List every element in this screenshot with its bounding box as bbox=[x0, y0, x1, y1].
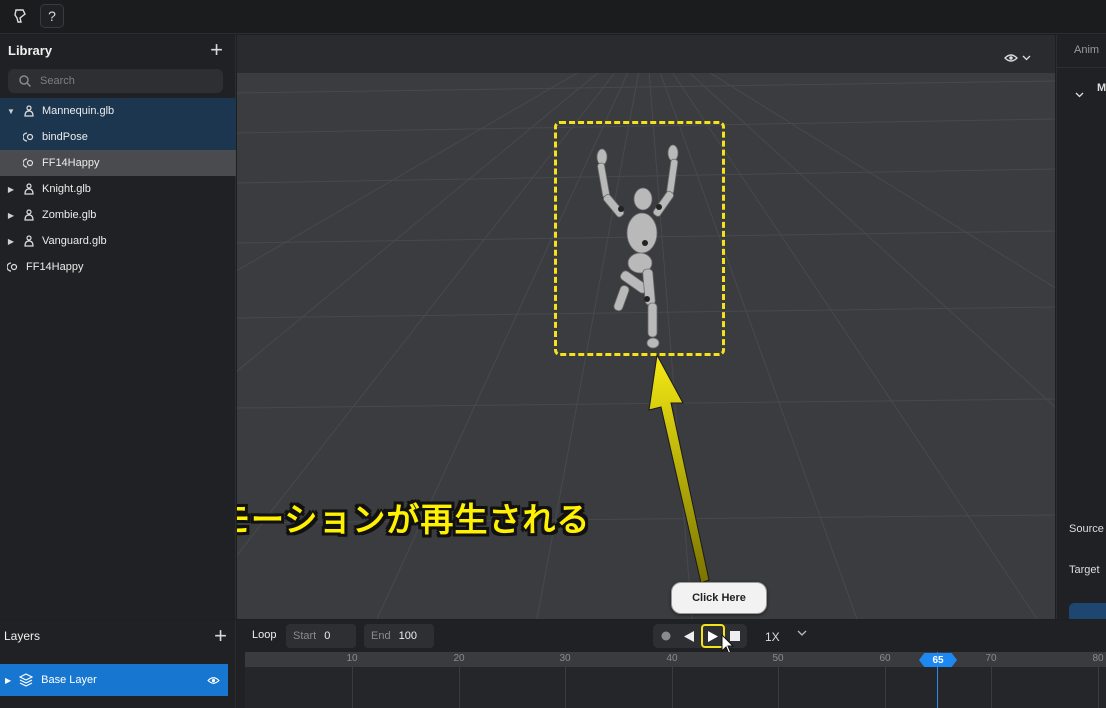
app-window: ? Library + ▼ Mannequin.glb bindPose FF1… bbox=[0, 0, 1106, 708]
view-options-dropdown[interactable] bbox=[1004, 53, 1031, 63]
source-label: Source bbox=[1069, 523, 1104, 535]
tick-label: 40 bbox=[666, 653, 678, 664]
layer-row-base[interactable]: ▶ Base Layer bbox=[0, 664, 228, 696]
library-panel: Library + ▼ Mannequin.glb bindPose FF14H… bbox=[0, 35, 236, 619]
3d-viewport[interactable]: モーションが再生される Click Here bbox=[237, 35, 1055, 619]
brush-logo-icon[interactable] bbox=[8, 4, 32, 28]
library-header: Library + bbox=[0, 35, 235, 65]
pointer-arrow bbox=[648, 355, 710, 584]
grid-line bbox=[352, 667, 353, 708]
click-here-callout: Click Here bbox=[671, 582, 767, 614]
end-value: 100 bbox=[398, 630, 417, 642]
apply-button[interactable] bbox=[1069, 603, 1106, 619]
tree-item-mannequin[interactable]: ▼ Mannequin.glb bbox=[0, 98, 236, 124]
tick-label: 70 bbox=[985, 653, 997, 664]
caret-right-icon[interactable]: ▶ bbox=[6, 185, 16, 194]
highlight-dashed-box bbox=[554, 121, 725, 356]
grid-line bbox=[778, 667, 779, 708]
playback-speed[interactable]: 1X bbox=[765, 630, 780, 644]
grid-line bbox=[991, 667, 992, 708]
tick-label: 20 bbox=[453, 653, 465, 664]
tick-label: 80 bbox=[1092, 653, 1104, 664]
viewport-toolbar bbox=[237, 35, 1055, 73]
target-label: Target bbox=[1069, 564, 1100, 576]
tick-label: 10 bbox=[346, 653, 358, 664]
add-layer-button[interactable]: + bbox=[214, 625, 227, 647]
chevron-down-icon[interactable] bbox=[797, 630, 807, 637]
person-icon bbox=[22, 208, 36, 222]
library-tree: ▼ Mannequin.glb bindPose FF14Happy ▶ Kni… bbox=[0, 98, 236, 280]
tree-item-label: Zombie.glb bbox=[42, 209, 97, 221]
chevron-down-icon[interactable] bbox=[1075, 85, 1084, 103]
annotation-caption: モーションが再生される bbox=[237, 501, 591, 538]
tree-item-label: Vanguard.glb bbox=[42, 235, 107, 247]
tree-item-zombie[interactable]: ▶ Zombie.glb bbox=[0, 202, 236, 228]
grid-line bbox=[885, 667, 886, 708]
animation-icon bbox=[6, 260, 20, 274]
play-reverse-button[interactable] bbox=[680, 624, 698, 648]
layers-panel: Layers + ▶ Base Layer bbox=[0, 620, 236, 708]
timeline-panel: Loop Start 0 End 100 1X 10 20 30 40 50 6… bbox=[237, 620, 1106, 708]
tree-item-label: bindPose bbox=[42, 131, 88, 143]
caret-right-icon[interactable]: ▶ bbox=[6, 237, 16, 246]
tree-item-label: Mannequin.glb bbox=[42, 105, 115, 117]
properties-panel: Anim M Source Target bbox=[1056, 35, 1106, 619]
help-button[interactable]: ? bbox=[40, 4, 64, 28]
tree-item-label: Knight.glb bbox=[42, 183, 91, 195]
search-icon bbox=[19, 75, 32, 88]
grid-line bbox=[672, 667, 673, 708]
tree-item-label: FF14Happy bbox=[42, 157, 100, 169]
tree-item-label: FF14Happy bbox=[26, 261, 84, 273]
tab-animation[interactable]: Anim bbox=[1074, 44, 1099, 56]
record-icon bbox=[661, 631, 671, 641]
record-button[interactable] bbox=[657, 624, 675, 648]
end-label: End bbox=[371, 630, 391, 642]
tick-label: 30 bbox=[559, 653, 571, 664]
top-toolbar: ? bbox=[0, 0, 1106, 34]
tree-item-ff14happy-root[interactable]: FF14Happy bbox=[0, 254, 236, 280]
playhead-marker[interactable]: 65 bbox=[919, 653, 957, 667]
caret-right-icon[interactable]: ▶ bbox=[6, 211, 16, 220]
tick-label: 50 bbox=[772, 653, 784, 664]
search-box[interactable] bbox=[8, 69, 223, 93]
layers-header: Layers + bbox=[0, 620, 235, 652]
person-icon bbox=[22, 234, 36, 248]
caret-down-icon[interactable]: ▼ bbox=[6, 107, 16, 116]
grid-line bbox=[565, 667, 566, 708]
chevron-down-icon bbox=[1022, 55, 1031, 61]
play-icon bbox=[708, 630, 718, 642]
search-input[interactable] bbox=[40, 75, 210, 87]
start-frame-field[interactable]: Start 0 bbox=[286, 624, 356, 648]
add-asset-button[interactable]: + bbox=[210, 39, 223, 61]
person-icon bbox=[22, 104, 36, 118]
animation-icon bbox=[22, 130, 36, 144]
transport-controls bbox=[653, 624, 747, 655]
person-icon bbox=[22, 182, 36, 196]
timeline-ruler[interactable]: 10 20 30 40 50 60 70 80 bbox=[245, 652, 1106, 667]
eye-icon bbox=[1004, 54, 1018, 62]
loop-label[interactable]: Loop bbox=[252, 629, 276, 641]
layers-icon bbox=[19, 673, 34, 687]
tree-item-bindpose[interactable]: bindPose bbox=[0, 124, 236, 150]
library-title: Library bbox=[8, 42, 53, 58]
eye-icon[interactable] bbox=[207, 676, 220, 685]
play-reverse-icon bbox=[684, 630, 694, 642]
grid-line bbox=[459, 667, 460, 708]
caret-right-icon[interactable]: ▶ bbox=[5, 676, 11, 685]
animation-icon bbox=[22, 156, 36, 170]
layer-name: Base Layer bbox=[41, 674, 97, 686]
tree-item-vanguard[interactable]: ▶ Vanguard.glb bbox=[0, 228, 236, 254]
section-title: M bbox=[1097, 82, 1106, 94]
end-frame-field[interactable]: End 100 bbox=[364, 624, 434, 648]
grid-line bbox=[1098, 667, 1099, 708]
timeline-track[interactable] bbox=[245, 667, 1106, 708]
tick-label: 60 bbox=[879, 653, 891, 664]
layers-title: Layers bbox=[4, 629, 41, 643]
start-value: 0 bbox=[324, 630, 331, 642]
divider bbox=[1057, 67, 1106, 68]
start-label: Start bbox=[293, 630, 317, 642]
tree-item-knight[interactable]: ▶ Knight.glb bbox=[0, 176, 236, 202]
tree-item-ff14happy-anim[interactable]: FF14Happy bbox=[0, 150, 236, 176]
